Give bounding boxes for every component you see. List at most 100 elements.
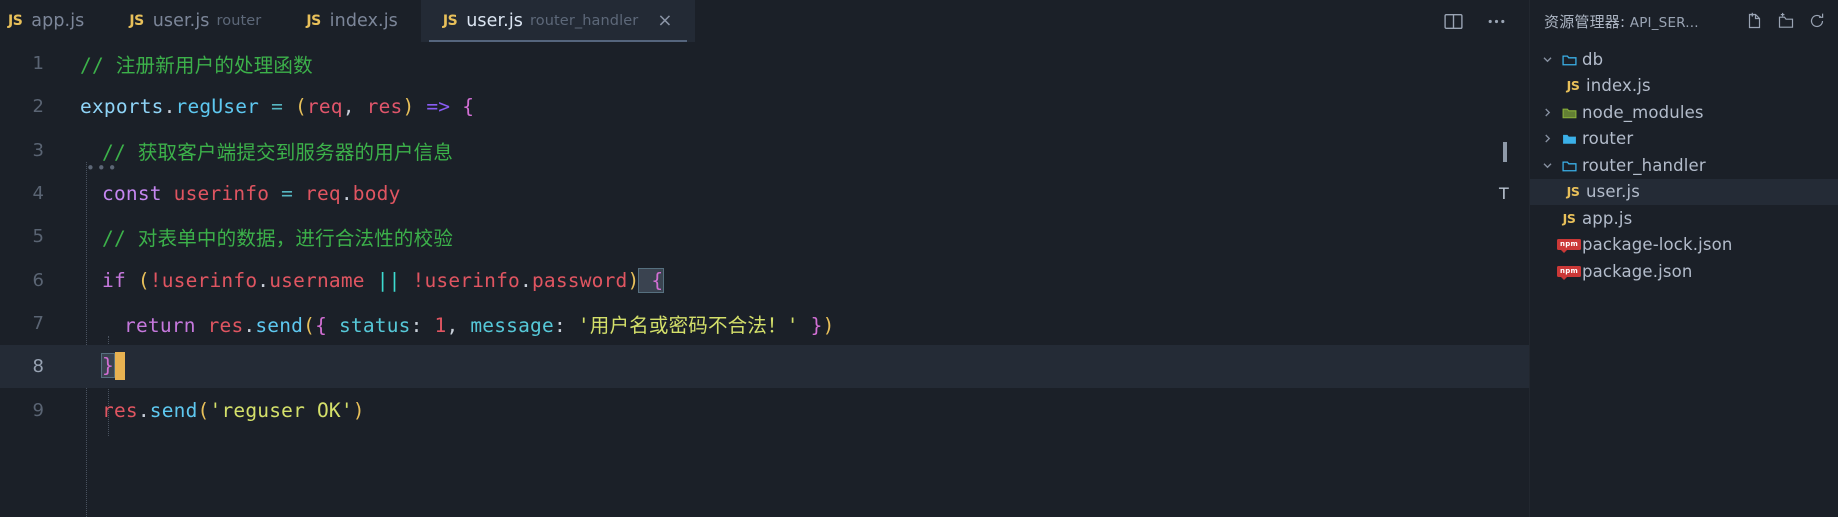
line-number: 6 (32, 269, 44, 291)
code-token: req (305, 182, 341, 206)
explorer-title: 资源管理器: API_SER... (1544, 11, 1738, 32)
code-line[interactable]: 9 res.send('reguser OK') (0, 388, 1529, 431)
code-line-current[interactable]: 8 } (0, 345, 1529, 389)
tree-item-index-js[interactable]: JS index.js (1530, 73, 1838, 100)
line-number: 7 (32, 312, 44, 334)
tab-label: user.js (466, 11, 524, 31)
code-token: userinfo (161, 182, 270, 206)
tree-item-user-js[interactable]: JS user.js (1530, 178, 1838, 205)
code-line[interactable]: 4 const userinfo = req.body (0, 172, 1529, 215)
code-token: userinfo (424, 268, 520, 292)
code-token-matching-brace: } (101, 353, 115, 379)
npm-file-icon: npm (1556, 239, 1582, 254)
code-token: password (531, 268, 628, 292)
code-editor[interactable]: ••• 1 // 注册新用户的处理函数 2 exports.regUser = … (0, 42, 1529, 517)
code-token: send (255, 313, 304, 337)
tree-item-label: db (1582, 49, 1604, 69)
code-token: ) (352, 398, 365, 422)
chevron-down-icon[interactable] (1538, 160, 1556, 171)
file-tree: db JS index.js node_modules router route… (1530, 42, 1838, 285)
code-token: ) (822, 313, 835, 337)
code-token: send (149, 398, 198, 422)
line-number: 2 (32, 96, 44, 118)
code-token-string: '用户名或密码不合法！' (577, 313, 799, 337)
tab-label: user.js (152, 11, 210, 31)
tree-item-router[interactable]: router (1530, 126, 1838, 153)
code-line[interactable]: 7 return res.send({ status: 1, message: … (0, 302, 1529, 345)
line-number: 5 (32, 226, 44, 248)
refresh-icon[interactable] (1808, 12, 1826, 30)
tab-app-js[interactable]: JS app.js (0, 0, 108, 42)
close-icon[interactable]: × (657, 12, 672, 30)
code-token: ! (149, 268, 162, 292)
minimap[interactable]: T (1497, 42, 1521, 462)
more-actions-icon[interactable] (1486, 11, 1507, 32)
js-file-icon: JS (442, 13, 458, 29)
line-number: 1 (32, 53, 44, 75)
code-token: : (410, 313, 435, 337)
code-line[interactable]: 6 if (!userinfo.username || !userinfo.pa… (0, 258, 1529, 301)
explorer-actions (1746, 12, 1826, 30)
new-folder-icon[interactable] (1777, 12, 1795, 30)
editor-area: JS app.js JS user.js router JS index.js … (0, 0, 1529, 517)
chevron-down-icon[interactable] (1538, 54, 1556, 65)
js-file-icon: JS (306, 13, 321, 29)
code-token: res (366, 95, 403, 119)
code-token-matching-brace: { (638, 267, 665, 293)
tab-label: app.js (31, 11, 85, 31)
tree-item-app-js[interactable]: JS app.js (1530, 205, 1838, 232)
folder-open-icon (1556, 157, 1582, 174)
folder-icon (1556, 130, 1582, 147)
line-number: 9 (32, 399, 44, 421)
code-token: { (462, 95, 475, 119)
tree-item-package-json[interactable]: npm package.json (1530, 258, 1838, 285)
split-editor-icon[interactable] (1443, 11, 1464, 32)
code-token: = (269, 182, 305, 206)
code-line[interactable]: 5 // 对表单中的数据，进行合法性的校验 (0, 215, 1529, 258)
code-token-string: 'reguser OK' (209, 398, 353, 422)
tab-user-js-router[interactable]: JS user.js router (107, 0, 285, 42)
folder-open-icon (1556, 51, 1582, 68)
new-file-icon[interactable] (1746, 12, 1764, 30)
code-token: if (102, 268, 126, 292)
code-token: message (470, 313, 554, 337)
tree-item-label: node_modules (1582, 102, 1704, 122)
tab-label: index.js (329, 11, 398, 31)
tree-item-package-lock-json[interactable]: npm package-lock.json (1530, 232, 1838, 259)
tab-index-js[interactable]: JS index.js (284, 0, 421, 42)
code-token: ! (412, 268, 425, 292)
code-line[interactable]: 1 // 注册新用户的处理函数 (0, 42, 1529, 85)
code-token: : (553, 313, 578, 337)
code-token: res (195, 313, 244, 337)
code-line[interactable]: 2 exports.regUser = (req, res) => { (0, 85, 1529, 128)
code-token-comment: // 获取客户端提交到服务器的用户信息 (102, 140, 454, 164)
code-token: ( (197, 398, 210, 422)
minimap-marker-text: T (1499, 184, 1509, 203)
code-token: ( (303, 313, 316, 337)
code-token: , (342, 95, 367, 119)
js-file-icon: JS (8, 13, 23, 29)
code-token: 1 (434, 313, 447, 337)
code-token-comment: // 注册新用户的处理函数 (80, 54, 313, 78)
tab-bar-actions (1443, 0, 1529, 42)
js-file-icon: JS (129, 13, 144, 29)
tree-item-node-modules[interactable]: node_modules (1530, 99, 1838, 126)
code-line[interactable]: 3 // 获取客户端提交到服务器的用户信息 (0, 129, 1529, 172)
code-token: , (446, 313, 471, 337)
editor-tab-bar: JS app.js JS user.js router JS index.js … (0, 0, 1529, 42)
code-token: . (257, 268, 270, 292)
tab-description: router_handler (530, 13, 639, 29)
line-number: 4 (32, 183, 44, 205)
chevron-right-icon[interactable] (1538, 133, 1556, 144)
tree-item-router-handler[interactable]: router_handler (1530, 152, 1838, 179)
minimap-marker (1503, 142, 1507, 162)
js-file-icon: JS (1562, 210, 1576, 226)
code-token: return (124, 313, 196, 337)
tree-item-db[interactable]: db (1530, 46, 1838, 73)
tree-item-label: index.js (1586, 76, 1651, 96)
chevron-right-icon[interactable] (1538, 107, 1556, 118)
tab-user-js-router-handler[interactable]: JS user.js router_handler × (420, 0, 696, 42)
js-file-icon: JS (1566, 78, 1580, 94)
tree-item-label: package.json (1582, 261, 1693, 281)
file-explorer-panel: 资源管理器: API_SER... db JS index.js node_mo… (1529, 0, 1838, 517)
